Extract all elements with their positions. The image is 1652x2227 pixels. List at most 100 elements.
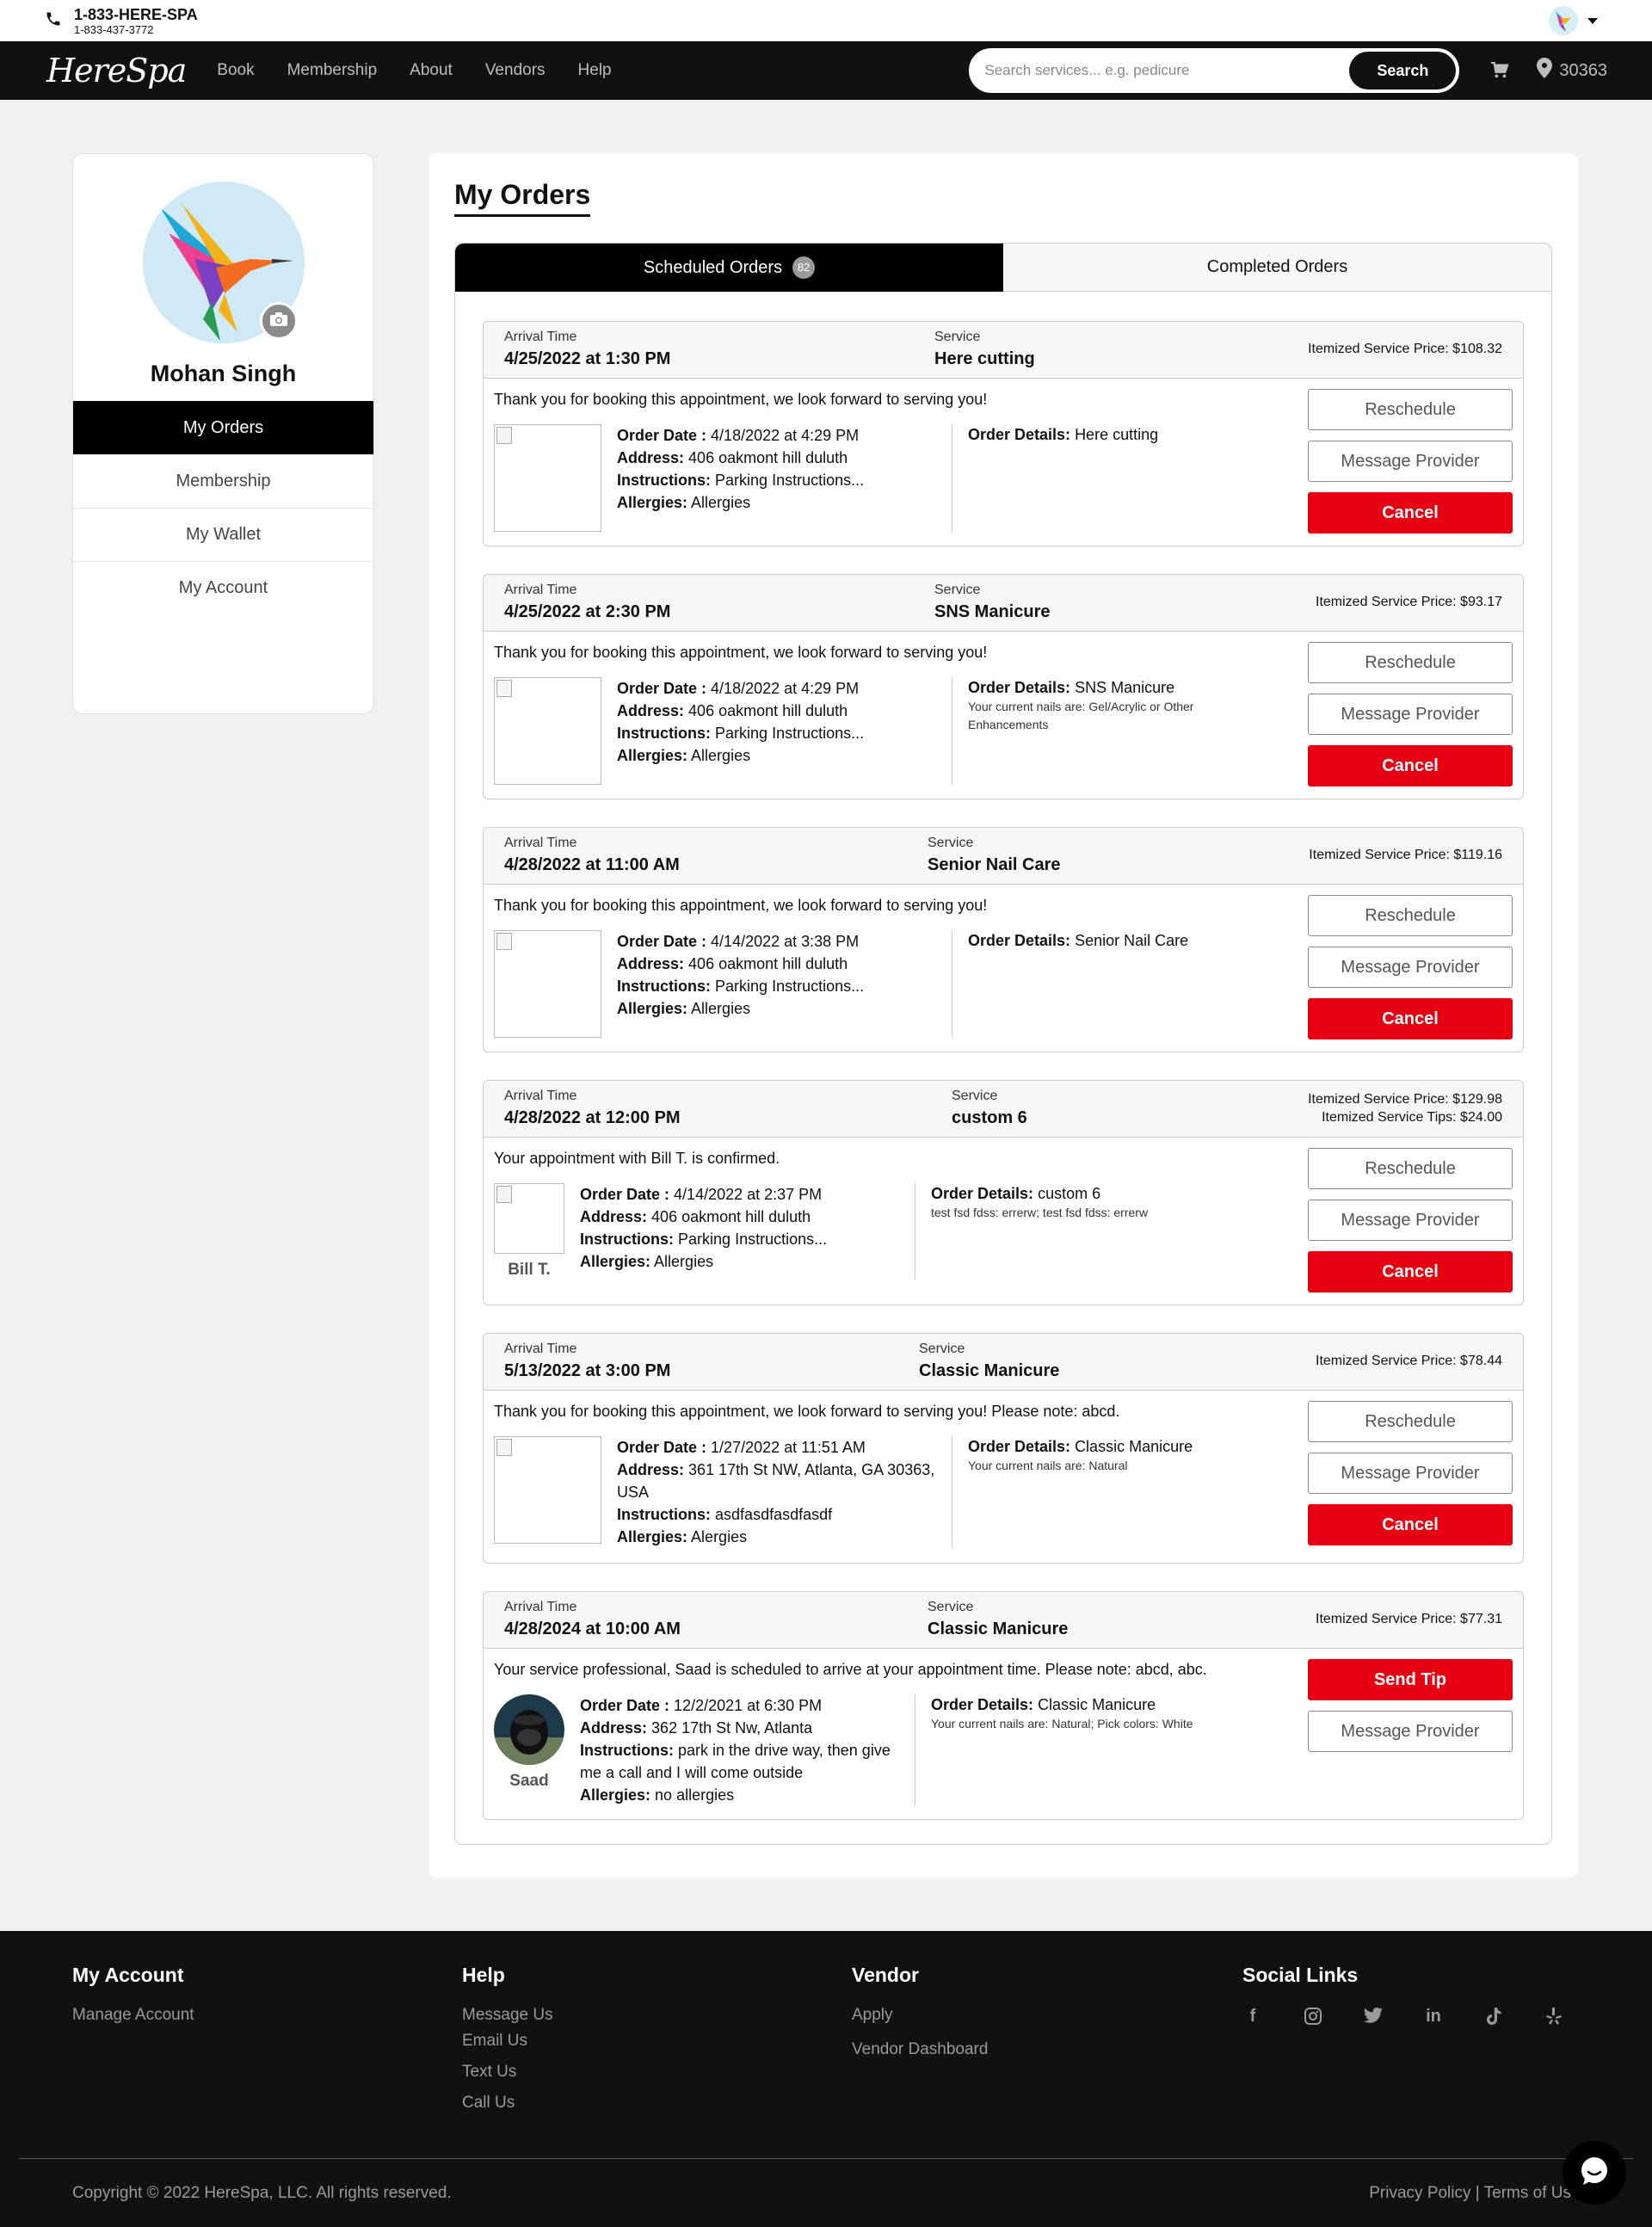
provider-image xyxy=(494,1436,601,1544)
footer-heading-vendor: Vendor xyxy=(852,1964,919,1986)
tab-completed-orders[interactable]: Completed Orders xyxy=(1003,244,1551,292)
footer-heading-help: Help xyxy=(462,1964,505,1986)
phone-number: 1-833-HERE-SPA xyxy=(74,5,198,23)
order-info: Order Date : 4/14/2022 at 2:37 PM Addres… xyxy=(580,1183,915,1280)
message-provider-button[interactable]: Message Provider xyxy=(1308,947,1513,988)
order-address: 362 17th St Nw, Atlanta xyxy=(651,1719,813,1737)
message-provider-button[interactable]: Message Provider xyxy=(1308,441,1513,482)
nav-membership[interactable]: Membership xyxy=(287,61,378,80)
order-allergies: no allergies xyxy=(655,1786,735,1804)
reschedule-button[interactable]: Reschedule xyxy=(1308,389,1513,430)
cancel-button[interactable]: Cancel xyxy=(1308,1504,1513,1545)
sidebar-item-my-wallet[interactable]: My Wallet xyxy=(73,508,373,561)
order-card: Arrival Time 4/25/2022 at 2:30 PM Servic… xyxy=(483,574,1524,799)
service-label: Service xyxy=(919,1342,965,1356)
sidebar-item-my-orders[interactable]: My Orders xyxy=(73,401,373,454)
logo[interactable]: HereSpa xyxy=(46,52,187,89)
footer-link-text-us[interactable]: Text Us xyxy=(462,2063,553,2082)
camera-icon xyxy=(269,312,288,331)
footer-link-call-us[interactable]: Call Us xyxy=(462,2094,553,2113)
provider-name: Saad xyxy=(509,1772,549,1790)
footer-divider xyxy=(19,2158,1633,2159)
tab-scheduled-orders[interactable]: Scheduled Orders 82 xyxy=(455,244,1003,292)
main-navbar: HereSpa Book Membership About Vendors He… xyxy=(0,41,1652,100)
order-details-note: Your current nails are: Natural; Pick co… xyxy=(931,1717,1193,1730)
cancel-button[interactable]: Cancel xyxy=(1308,1251,1513,1292)
order-card: Arrival Time 4/25/2022 at 1:30 PM Servic… xyxy=(483,321,1524,546)
phone-icon xyxy=(45,10,62,32)
legal-links[interactable]: Privacy Policy | Terms of Us xyxy=(1369,2184,1571,2203)
order-allergies: Allergies xyxy=(691,1000,751,1017)
order-allergies: Alergies xyxy=(691,1528,748,1545)
order-info: Order Date : 1/27/2022 at 11:51 AM Addre… xyxy=(617,1436,952,1548)
sidebar-item-my-account[interactable]: My Account xyxy=(73,561,373,614)
nav-about[interactable]: About xyxy=(410,61,453,80)
service-name: Classic Manicure xyxy=(928,1619,1069,1638)
chat-button[interactable] xyxy=(1563,2141,1626,2205)
message-provider-button[interactable]: Message Provider xyxy=(1308,1453,1513,1494)
order-address: 406 oakmont hill duluth xyxy=(651,1208,811,1225)
user-menu[interactable] xyxy=(1549,6,1599,35)
reschedule-button[interactable]: Reschedule xyxy=(1308,1148,1513,1189)
order-address: 406 oakmont hill duluth xyxy=(688,955,848,972)
provider-image xyxy=(494,930,601,1038)
search-input[interactable] xyxy=(984,62,1350,79)
footer-link-vendor-dashboard[interactable]: Vendor Dashboard xyxy=(852,2040,988,2059)
order-instructions: Parking Instructions... xyxy=(715,472,865,489)
arrival-time: 5/13/2022 at 3:00 PM xyxy=(504,1361,671,1380)
cancel-button[interactable]: Cancel xyxy=(1308,492,1513,534)
message-provider-button[interactable]: Message Provider xyxy=(1308,694,1513,735)
service-price: Itemized Service Price: $78.44 xyxy=(1316,1354,1502,1368)
nav-book[interactable]: Book xyxy=(217,61,254,80)
footer-heading-social: Social Links xyxy=(1242,1964,1359,1986)
footer-link-email-us[interactable]: Email Us xyxy=(462,2032,553,2051)
order-date: 4/18/2022 at 4:29 PM xyxy=(711,680,860,697)
order-card: Arrival Time 4/28/2022 at 12:00 PM Servi… xyxy=(483,1080,1524,1305)
service-name: Classic Manicure xyxy=(919,1361,1060,1380)
order-instructions: asdfasdfasdfasdf xyxy=(715,1506,833,1523)
sidebar-item-membership[interactable]: Membership xyxy=(73,454,373,508)
provider-image xyxy=(494,677,601,785)
message-provider-button[interactable]: Message Provider xyxy=(1308,1200,1513,1241)
service-price: Itemized Service Price: $119.16 xyxy=(1309,848,1502,862)
footer-link-message-us[interactable]: Message Us xyxy=(462,2006,553,2025)
instagram-icon[interactable] xyxy=(1303,2006,1323,2027)
location-selector[interactable]: 30363 xyxy=(1537,58,1607,83)
arrival-label: Arrival Time xyxy=(504,330,577,344)
send-tip-button[interactable]: Send Tip xyxy=(1308,1659,1513,1700)
reschedule-button[interactable]: Reschedule xyxy=(1308,642,1513,683)
order-details: Order Details: Senior Nail Care xyxy=(968,932,1189,949)
service-price: Itemized Service Price: $108.32 xyxy=(1308,342,1502,356)
facebook-icon[interactable]: f xyxy=(1242,2006,1263,2027)
search-button[interactable]: Search xyxy=(1349,52,1457,89)
user-avatar xyxy=(1549,6,1578,35)
service-price: Itemized Service Price: $77.31 xyxy=(1316,1612,1502,1626)
provider-name: Bill T. xyxy=(508,1261,551,1279)
change-photo-button[interactable] xyxy=(259,302,298,340)
order-instructions: Parking Instructions... xyxy=(678,1231,828,1248)
tiktok-icon[interactable] xyxy=(1483,2006,1504,2027)
cart-icon[interactable] xyxy=(1487,58,1513,83)
cancel-button[interactable]: Cancel xyxy=(1308,998,1513,1039)
nav-vendors[interactable]: Vendors xyxy=(485,61,546,80)
reschedule-button[interactable]: Reschedule xyxy=(1308,1401,1513,1442)
twitter-icon[interactable] xyxy=(1363,2006,1384,2027)
footer-link-manage-account[interactable]: Manage Account xyxy=(72,2006,194,2025)
map-pin-icon xyxy=(1537,58,1553,83)
order-details: Order Details: Classic Manicure Your cur… xyxy=(931,1694,1215,1806)
order-date: 4/14/2022 at 3:38 PM xyxy=(711,933,860,950)
arrival-time: 4/28/2024 at 10:00 AM xyxy=(504,1619,681,1638)
order-date: 4/18/2022 at 4:29 PM xyxy=(711,427,860,444)
linkedin-icon[interactable]: in xyxy=(1423,2006,1444,2027)
reschedule-button[interactable]: Reschedule xyxy=(1308,895,1513,936)
orders-panel: My Orders Scheduled Orders 82 Completed … xyxy=(428,153,1578,1878)
nav-help[interactable]: Help xyxy=(578,61,612,80)
phone-contact[interactable]: 1-833-HERE-SPA 1-833-437-3772 xyxy=(45,7,198,35)
order-details: Order Details: Classic Manicure Your cur… xyxy=(968,1436,1252,1548)
footer-link-apply[interactable]: Apply xyxy=(852,2006,988,2025)
service-name: Here cutting xyxy=(934,349,1035,368)
phone-number-digits: 1-833-437-3772 xyxy=(74,22,154,36)
cancel-button[interactable]: Cancel xyxy=(1308,745,1513,787)
message-provider-button[interactable]: Message Provider xyxy=(1308,1711,1513,1752)
yelp-icon[interactable] xyxy=(1544,2006,1564,2027)
